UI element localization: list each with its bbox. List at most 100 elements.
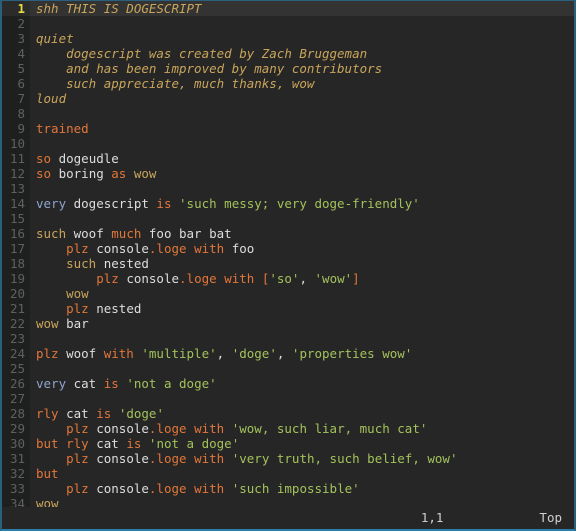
code-line-text[interactable]: such woof much foo bar bat — [30, 226, 574, 241]
code-token-plain: console — [88, 241, 149, 256]
code-token-builtin: wow — [66, 286, 89, 301]
code-line[interactable]: 31 plz console.loge with 'very truth, su… — [2, 451, 574, 466]
code-line-text[interactable]: wow bar — [30, 316, 574, 331]
line-number: 7 — [2, 91, 30, 106]
code-token-plain: console — [88, 481, 149, 496]
code-token-string: 'not a doge' — [126, 376, 217, 391]
code-line-text[interactable]: dogescript was created by Zach Bruggeman — [30, 46, 574, 61]
code-line[interactable]: 5 and has been improved by many contribu… — [2, 61, 574, 76]
code-line[interactable]: 34 wow — [2, 496, 574, 507]
code-token-keyword: rly — [36, 406, 59, 421]
code-line-text[interactable]: very dogescript is 'such messy; very dog… — [30, 196, 574, 211]
code-token-string: 'multiple' — [141, 346, 217, 361]
code-token-builtin: wow — [133, 166, 157, 181]
code-line-text[interactable]: and has been improved by many contributo… — [30, 61, 574, 76]
code-line[interactable]: 25 — [2, 361, 574, 376]
code-line[interactable]: 32 but — [2, 466, 574, 481]
code-line-text[interactable]: wow — [30, 286, 574, 301]
code-token-keyword: plz — [66, 301, 89, 316]
code-line[interactable]: 15 — [2, 211, 574, 226]
status-bar: 1,1 Top — [2, 507, 574, 529]
code-line[interactable]: 29 plz console.loge with 'wow, such liar… — [2, 421, 574, 436]
code-token-builtin: wow — [36, 496, 59, 507]
line-number: 26 — [2, 376, 30, 391]
code-token-string: 'wow, such liar, much cat' — [231, 421, 428, 436]
code-line[interactable]: 4 dogescript was created by Zach Bruggem… — [2, 46, 574, 61]
code-line-text[interactable] — [30, 136, 574, 151]
code-line[interactable]: 3 quiet — [2, 31, 574, 46]
line-number: 4 — [2, 46, 30, 61]
code-line-text[interactable]: plz console.loge with ['so', 'wow'] — [30, 271, 574, 286]
code-token-comment: dogescript was created by Zach Bruggeman — [36, 46, 368, 61]
code-line-text[interactable]: such nested — [30, 256, 574, 271]
code-line[interactable]: 1 shh THIS IS DOGESCRIPT — [2, 1, 574, 16]
code-line[interactable]: 33 plz console.loge with 'such impossibl… — [2, 481, 574, 496]
code-line[interactable]: 27 — [2, 391, 574, 406]
code-line[interactable]: 9 trained — [2, 121, 574, 136]
code-line[interactable]: 2 — [2, 16, 574, 31]
code-line-text[interactable] — [30, 16, 574, 31]
code-line-text[interactable]: wow — [30, 496, 574, 507]
code-line-text[interactable]: rly cat is 'doge' — [30, 406, 574, 421]
code-line-text[interactable]: quiet — [30, 31, 574, 46]
code-line-text[interactable]: plz console.loge with 'such impossible' — [30, 481, 574, 496]
code-line-text[interactable]: trained — [30, 121, 574, 136]
code-line[interactable]: 17 plz console.loge with foo — [2, 241, 574, 256]
code-line-text[interactable]: plz console.loge with foo — [30, 241, 574, 256]
code-token-string: 'very truth, such belief, wow' — [231, 451, 458, 466]
code-line-text[interactable]: plz console.loge with 'very truth, such … — [30, 451, 574, 466]
code-token-string: 'doge' — [231, 346, 277, 361]
code-line[interactable]: 20 wow — [2, 286, 574, 301]
code-line-text[interactable]: plz woof with 'multiple', 'doge', 'prope… — [30, 346, 574, 361]
code-line[interactable]: 7 loud — [2, 91, 574, 106]
code-line[interactable]: 10 — [2, 136, 574, 151]
code-line-text[interactable] — [30, 361, 574, 376]
code-line[interactable]: 30 but rly cat is 'not a doge' — [2, 436, 574, 451]
code-line[interactable]: 11 so dogeudle — [2, 151, 574, 166]
code-line-text[interactable]: but rly cat is 'not a doge' — [30, 436, 574, 451]
code-line[interactable]: 26 very cat is 'not a doge' — [2, 376, 574, 391]
code-line-text[interactable] — [30, 391, 574, 406]
code-line-text[interactable] — [30, 331, 574, 346]
line-number: 11 — [2, 151, 30, 166]
code-line-text[interactable] — [30, 211, 574, 226]
code-line-text[interactable]: plz console.loge with 'wow, such liar, m… — [30, 421, 574, 436]
code-token-keyword: with — [103, 346, 134, 361]
code-line[interactable]: 19 plz console.loge with ['so', 'wow'] — [2, 271, 574, 286]
code-line[interactable]: 6 such appreciate, much thanks, wow — [2, 76, 574, 91]
code-line-text[interactable]: shh THIS IS DOGESCRIPT — [30, 1, 574, 16]
code-line-text[interactable]: loud — [30, 91, 574, 106]
code-line[interactable]: 28 rly cat is 'doge' — [2, 406, 574, 421]
code-line[interactable]: 14 very dogescript is 'such messy; very d… — [2, 196, 574, 211]
code-line-text[interactable]: very cat is 'not a doge' — [30, 376, 574, 391]
code-line[interactable]: 18 such nested — [2, 256, 574, 271]
code-token-plain: , — [276, 346, 292, 361]
code-line[interactable]: 13 — [2, 181, 574, 196]
code-line-text[interactable]: plz nested — [30, 301, 574, 316]
code-editing-area[interactable]: 1 shh THIS IS DOGESCRIPT 2 3 quiet 4 dogescr… — [2, 1, 574, 507]
code-line-text[interactable]: such appreciate, much thanks, wow — [30, 76, 574, 91]
code-line-text[interactable]: so dogeudle — [30, 151, 574, 166]
code-line[interactable]: 22 wow bar — [2, 316, 574, 331]
code-line-text[interactable] — [30, 181, 574, 196]
code-line[interactable]: 23 — [2, 331, 574, 346]
code-line[interactable]: 24 plz woof with 'multiple', 'doge', 'pro… — [2, 346, 574, 361]
code-line[interactable]: 16 such woof much foo bar bat — [2, 226, 574, 241]
code-line-text[interactable] — [30, 106, 574, 121]
code-token-keyword: so — [36, 166, 52, 181]
code-line[interactable]: 8 — [2, 106, 574, 121]
line-number: 33 — [2, 481, 30, 496]
code-line[interactable]: 12 so boring as wow — [2, 166, 574, 181]
code-line-text[interactable]: so boring as wow — [30, 166, 574, 181]
code-line[interactable]: 21 plz nested — [2, 301, 574, 316]
code-token-keyword: .loge — [148, 241, 187, 256]
code-token-keyword: with — [194, 481, 225, 496]
code-line-text[interactable]: but — [30, 466, 574, 481]
